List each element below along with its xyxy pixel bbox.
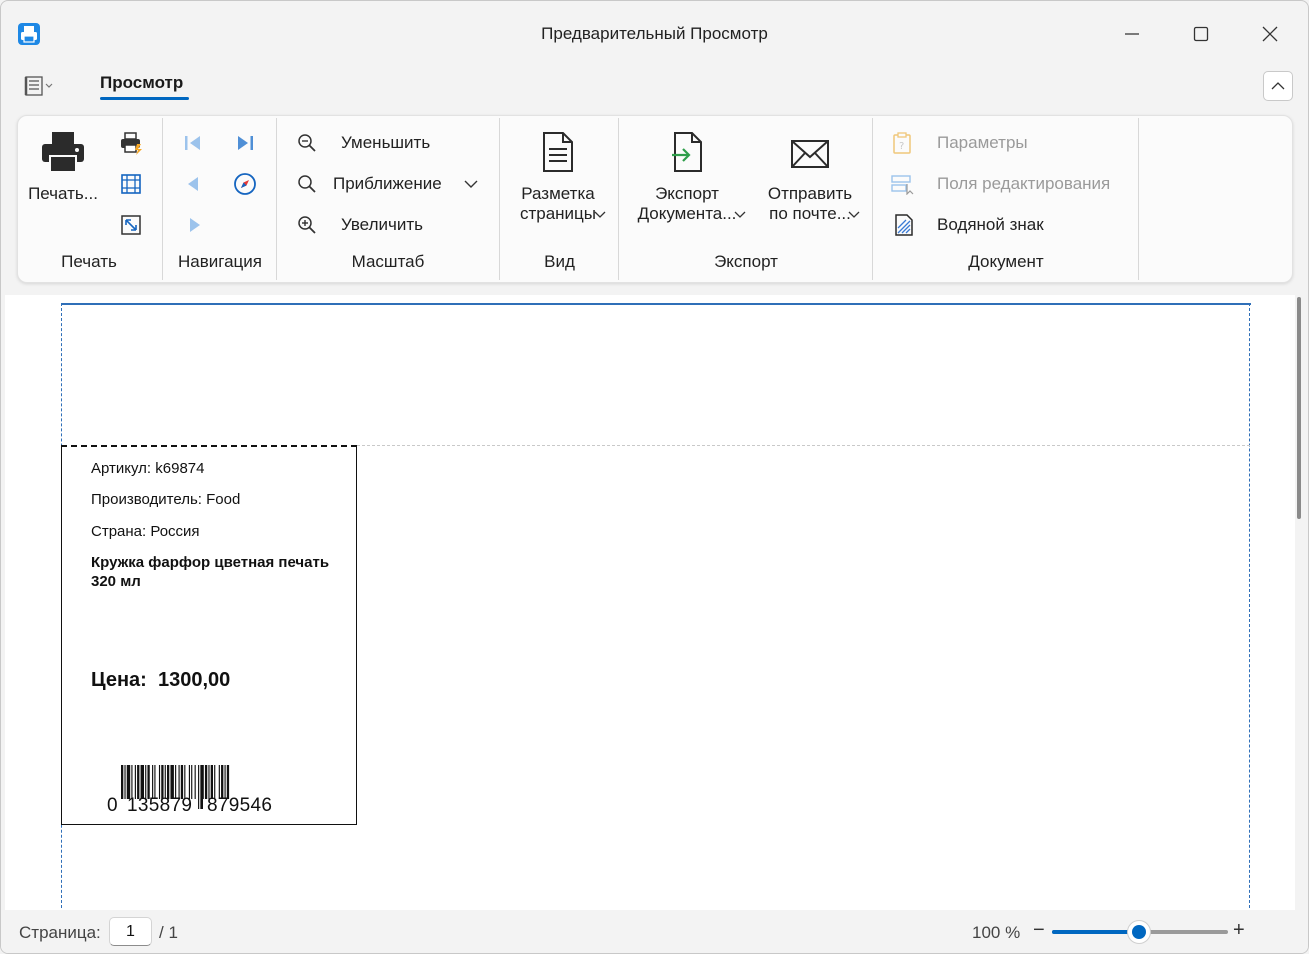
- zoom-out-icon[interactable]: [296, 132, 318, 154]
- next-page-icon[interactable]: [182, 212, 208, 238]
- manufacturer-text: Производитель: Food: [91, 491, 241, 508]
- tab-view[interactable]: Просмотр: [100, 73, 183, 93]
- group-separator: [162, 118, 163, 280]
- status-bar: Страница: 1 / 1 100 % − +: [1, 911, 1308, 953]
- group-separator: [276, 118, 277, 280]
- price-label: Цена:: [91, 669, 147, 691]
- group-view-label: Вид: [544, 252, 575, 271]
- page-label: Страница:: [19, 923, 101, 942]
- chevron-down-icon[interactable]: [732, 208, 748, 222]
- printer-icon[interactable]: [40, 130, 86, 174]
- group-document-label: Документ: [968, 252, 1044, 271]
- export-line1: Экспорт: [655, 184, 719, 203]
- page-number-input[interactable]: 1: [109, 917, 152, 946]
- app-menu-button[interactable]: [23, 73, 59, 99]
- zoom-icon[interactable]: [296, 173, 318, 195]
- svg-text:?: ?: [899, 141, 904, 152]
- barcode-digits-right: 879546: [207, 795, 273, 816]
- group-print-label: Печать: [61, 252, 117, 271]
- group-zoom-label: Масштаб: [351, 252, 425, 271]
- price-label-card: Артикул: k69874 Производитель: Food Стра…: [61, 445, 357, 825]
- minimize-button[interactable]: [1109, 15, 1155, 53]
- barcode-digit-first: 0: [107, 795, 118, 816]
- zoom-decrease-button[interactable]: −: [1033, 919, 1045, 942]
- edit-fields-button[interactable]: Поля редактирования: [937, 174, 1110, 194]
- document-preview-area[interactable]: Артикул: k69874 Производитель: Food Стра…: [5, 295, 1295, 910]
- band-separator-line: [357, 445, 1250, 446]
- title-bar: Предварительный Просмотр: [1, 1, 1308, 67]
- zoom-increase-button[interactable]: +: [1233, 919, 1245, 942]
- ribbon-panel: Печать... Печать Навигация Уменьшить При…: [17, 115, 1293, 283]
- group-separator: [499, 118, 500, 280]
- group-separator: [1138, 118, 1139, 280]
- page-setup-icon[interactable]: [118, 171, 144, 197]
- parameters-button[interactable]: Параметры: [937, 133, 1028, 153]
- zoom-in-icon[interactable]: [296, 214, 318, 236]
- barcode: 0 135879 879546: [107, 765, 307, 817]
- watermark-icon[interactable]: [892, 212, 916, 238]
- page-right-margin-line: [1249, 303, 1250, 910]
- maximize-button[interactable]: [1178, 15, 1224, 53]
- zoom-in-button[interactable]: Увеличить: [341, 215, 423, 235]
- chevron-up-icon: [1271, 82, 1285, 90]
- barcode-digits-left: 135879: [127, 795, 193, 816]
- price-row: Цена: 1300,00: [91, 669, 230, 692]
- vertical-scrollbar[interactable]: [1297, 297, 1301, 519]
- go-to-page-compass-icon[interactable]: [232, 171, 258, 197]
- first-page-icon[interactable]: [180, 130, 206, 156]
- export-line2: Документа...: [637, 204, 737, 223]
- chevron-down-icon[interactable]: [592, 208, 608, 222]
- zoom-dropdown-button[interactable]: Приближение: [333, 174, 442, 194]
- edit-fields-icon[interactable]: [890, 171, 916, 197]
- parameters-icon[interactable]: ?: [890, 130, 914, 156]
- zoom-slider-thumb[interactable]: [1127, 920, 1151, 944]
- group-separator: [872, 118, 873, 280]
- last-page-icon[interactable]: [232, 130, 258, 156]
- group-separator: [618, 118, 619, 280]
- email-envelope-icon[interactable]: [788, 138, 832, 170]
- preview-window: Предварительный Просмотр Просмотр Печать…: [0, 0, 1309, 954]
- barcode-bar: [198, 765, 200, 809]
- zoom-slider-fill: [1052, 930, 1139, 934]
- chevron-down-icon[interactable]: [846, 208, 862, 222]
- page-total: / 1: [159, 923, 178, 942]
- price-value: 1300,00: [157, 669, 231, 691]
- country-text: Страна: Россия: [91, 523, 200, 540]
- page-layout-line1: Разметка: [521, 184, 595, 203]
- page-layout-icon[interactable]: [538, 130, 578, 174]
- close-button[interactable]: [1247, 15, 1293, 53]
- group-navigation-label: Навигация: [178, 252, 262, 271]
- tab-active-indicator: [100, 97, 189, 100]
- page-top-margin-line: [61, 303, 1251, 305]
- product-name-text: Кружка фарфор цветная печать 320 мл: [91, 554, 330, 590]
- send-line1: Отправить: [767, 184, 853, 203]
- watermark-button[interactable]: Водяной знак: [937, 215, 1044, 235]
- chevron-down-icon[interactable]: [462, 176, 480, 192]
- zoom-out-button[interactable]: Уменьшить: [341, 133, 430, 153]
- print-button[interactable]: Печать...: [26, 184, 100, 204]
- zoom-percent: 100 %: [972, 923, 1021, 942]
- previous-page-icon[interactable]: [180, 171, 206, 197]
- group-export-label: Экспорт: [714, 252, 778, 271]
- scale-icon[interactable]: [118, 212, 144, 238]
- collapse-ribbon-button[interactable]: [1263, 71, 1293, 101]
- menu-list-icon: [24, 76, 53, 96]
- export-document-icon[interactable]: [666, 130, 708, 174]
- export-document-button[interactable]: Экспорт Документа...: [626, 184, 748, 224]
- article-text: Артикул: k69874: [91, 460, 205, 477]
- quick-print-icon[interactable]: [118, 130, 144, 156]
